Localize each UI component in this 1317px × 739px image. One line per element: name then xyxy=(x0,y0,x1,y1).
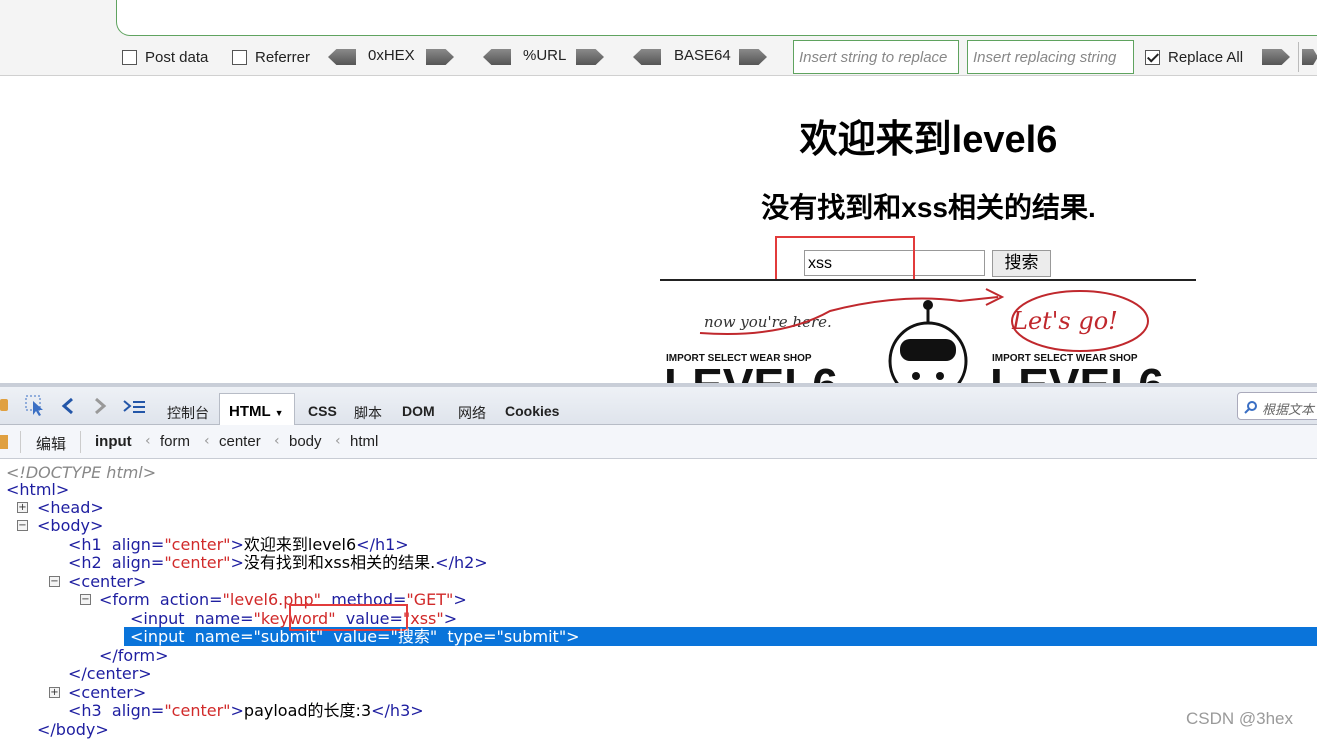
banner-scrawl-left: now you're here. xyxy=(704,313,832,331)
base64-label: BASE64 xyxy=(674,47,731,64)
tree-h2[interactable]: <h2 align="center">没有找到和xss相关的结果.</h2> xyxy=(68,554,488,572)
banner-level-right: LEVEL6 xyxy=(990,359,1164,385)
crumb-divider xyxy=(20,431,21,453)
edit-button[interactable]: 编辑 xyxy=(36,433,66,454)
search-icon xyxy=(1244,401,1257,414)
crumb-form[interactable]: form xyxy=(160,433,190,450)
tree-input-value: xss xyxy=(410,609,437,628)
banner-robot-visor xyxy=(900,339,956,361)
tree-h1[interactable]: <h1 align="center">欢迎来到level6</h1> xyxy=(68,536,409,554)
tree-form-close[interactable]: </form> xyxy=(99,647,169,665)
watermark: CSDN @3hex xyxy=(1186,709,1294,728)
banner-robot-eye-right xyxy=(936,372,944,380)
toolbar-divider xyxy=(1298,42,1299,72)
expand-plus-icon[interactable]: + xyxy=(49,687,60,698)
hackbar-url-textarea[interactable] xyxy=(116,0,1317,36)
devtools-search-placeholder: 根据文本 xyxy=(1262,403,1315,418)
referrer-label: Referrer xyxy=(255,48,311,66)
crumb-separator-icon: ‹ xyxy=(145,433,151,449)
devtools-toolbar: 控制台 CSS 脚本 DOM 网络 Cookies xyxy=(0,383,1317,425)
tab-html-label: HTML xyxy=(229,403,271,420)
crumb-separator-icon: ‹ xyxy=(335,433,341,449)
crumb-center[interactable]: center xyxy=(219,433,261,450)
tree-html-open[interactable]: <html> xyxy=(6,481,69,499)
page-title: 欢迎来到level6 xyxy=(799,119,1058,161)
tree-submit-name: submit xyxy=(260,627,316,646)
replacing-string-input[interactable]: Insert replacing string xyxy=(967,40,1134,74)
tree-submit-type: submit xyxy=(503,627,559,646)
crumb-html[interactable]: html xyxy=(350,433,378,450)
breadcrumb: 编辑 input ‹ form ‹ center ‹ body ‹ html xyxy=(0,425,1317,459)
crumb-separator-icon: ‹ xyxy=(204,433,210,449)
crumb-divider xyxy=(80,431,81,453)
replace-all-label: Replace All xyxy=(1168,48,1244,66)
inspect-pointer-icon[interactable] xyxy=(25,395,47,417)
replace-string-input[interactable]: Insert string to replace xyxy=(793,40,959,74)
tab-dom[interactable]: DOM xyxy=(402,403,435,419)
tree-head[interactable]: <head> xyxy=(37,499,104,517)
tree-h3[interactable]: <h3 align="center">payload的长度:3</h3> xyxy=(68,702,424,720)
tree-h1-text: 欢迎来到level6 xyxy=(243,535,357,554)
search-submit-button[interactable]: 搜索 xyxy=(992,250,1051,277)
tab-console[interactable]: 控制台 xyxy=(167,403,209,423)
replace-all-checkbox-box[interactable] xyxy=(1145,49,1160,65)
replace-all-checkbox[interactable]: Replace All xyxy=(1145,47,1243,67)
back-arrow-icon[interactable] xyxy=(60,397,76,415)
tab-cookies[interactable]: Cookies xyxy=(505,403,559,419)
forward-arrow-icon[interactable] xyxy=(92,397,108,415)
tab-script[interactable]: 脚本 xyxy=(354,403,382,423)
banner-level-left: LEVEL6 xyxy=(664,359,838,385)
crumb-body[interactable]: body xyxy=(289,433,322,450)
tree-input-submit[interactable]: <input name="submit" value="搜索" type="su… xyxy=(130,628,580,646)
firebug-icon[interactable] xyxy=(0,399,8,411)
post-data-label: Post data xyxy=(145,48,209,66)
referrer-checkbox-box[interactable] xyxy=(232,49,247,65)
tree-body-open[interactable]: <body> xyxy=(37,517,103,535)
referrer-checkbox[interactable]: Referrer xyxy=(232,47,310,67)
hex-label: 0xHEX xyxy=(368,47,415,64)
collapse-minus-icon[interactable]: − xyxy=(49,576,60,587)
chevron-down-icon[interactable]: ▼ xyxy=(275,408,284,418)
tree-submit-value: 搜索 xyxy=(397,627,430,646)
banner-robot-eye-left xyxy=(912,372,920,380)
expand-plus-icon[interactable]: + xyxy=(17,502,28,513)
tree-form-method: GET xyxy=(413,590,447,609)
collapse-minus-icon[interactable]: − xyxy=(80,594,91,605)
step-into-icon[interactable] xyxy=(122,399,146,415)
banner-robot-antenna-tip xyxy=(923,300,933,310)
devtools-search-input[interactable]: 根据文本 xyxy=(1237,392,1317,420)
collapse-minus-icon[interactable]: − xyxy=(17,520,28,531)
result-heading: 没有找到和xss相关的结果. xyxy=(761,192,1096,223)
post-data-checkbox[interactable]: Post data xyxy=(122,47,208,67)
crumb-input[interactable]: input xyxy=(95,433,132,450)
tab-html[interactable]: HTML ▼ xyxy=(219,393,295,426)
tree-center-close[interactable]: </center> xyxy=(68,665,152,683)
tree-form[interactable]: <form action="level6.php" method="GET"> xyxy=(99,591,467,609)
tree-center-2[interactable]: <center> xyxy=(68,684,146,702)
edit-pencil-icon[interactable] xyxy=(0,435,8,449)
tab-network[interactable]: 网络 xyxy=(458,403,486,423)
url-label: %URL xyxy=(523,47,567,64)
level-banner-image: now you're here. Let's go! IMPORT SELECT… xyxy=(660,279,1196,385)
tree-h2-text: 没有找到和xss相关的结果. xyxy=(243,553,436,572)
tree-body-close[interactable]: </body> xyxy=(37,721,109,739)
post-data-checkbox-box[interactable] xyxy=(122,49,137,65)
tab-css[interactable]: CSS xyxy=(308,403,337,419)
banner-scrawl-right: Let's go! xyxy=(1011,307,1118,335)
tree-center-open[interactable]: <center> xyxy=(68,573,146,591)
tree-h3-text: payload的长度:3 xyxy=(243,701,372,720)
crumb-separator-icon: ‹ xyxy=(274,433,280,449)
